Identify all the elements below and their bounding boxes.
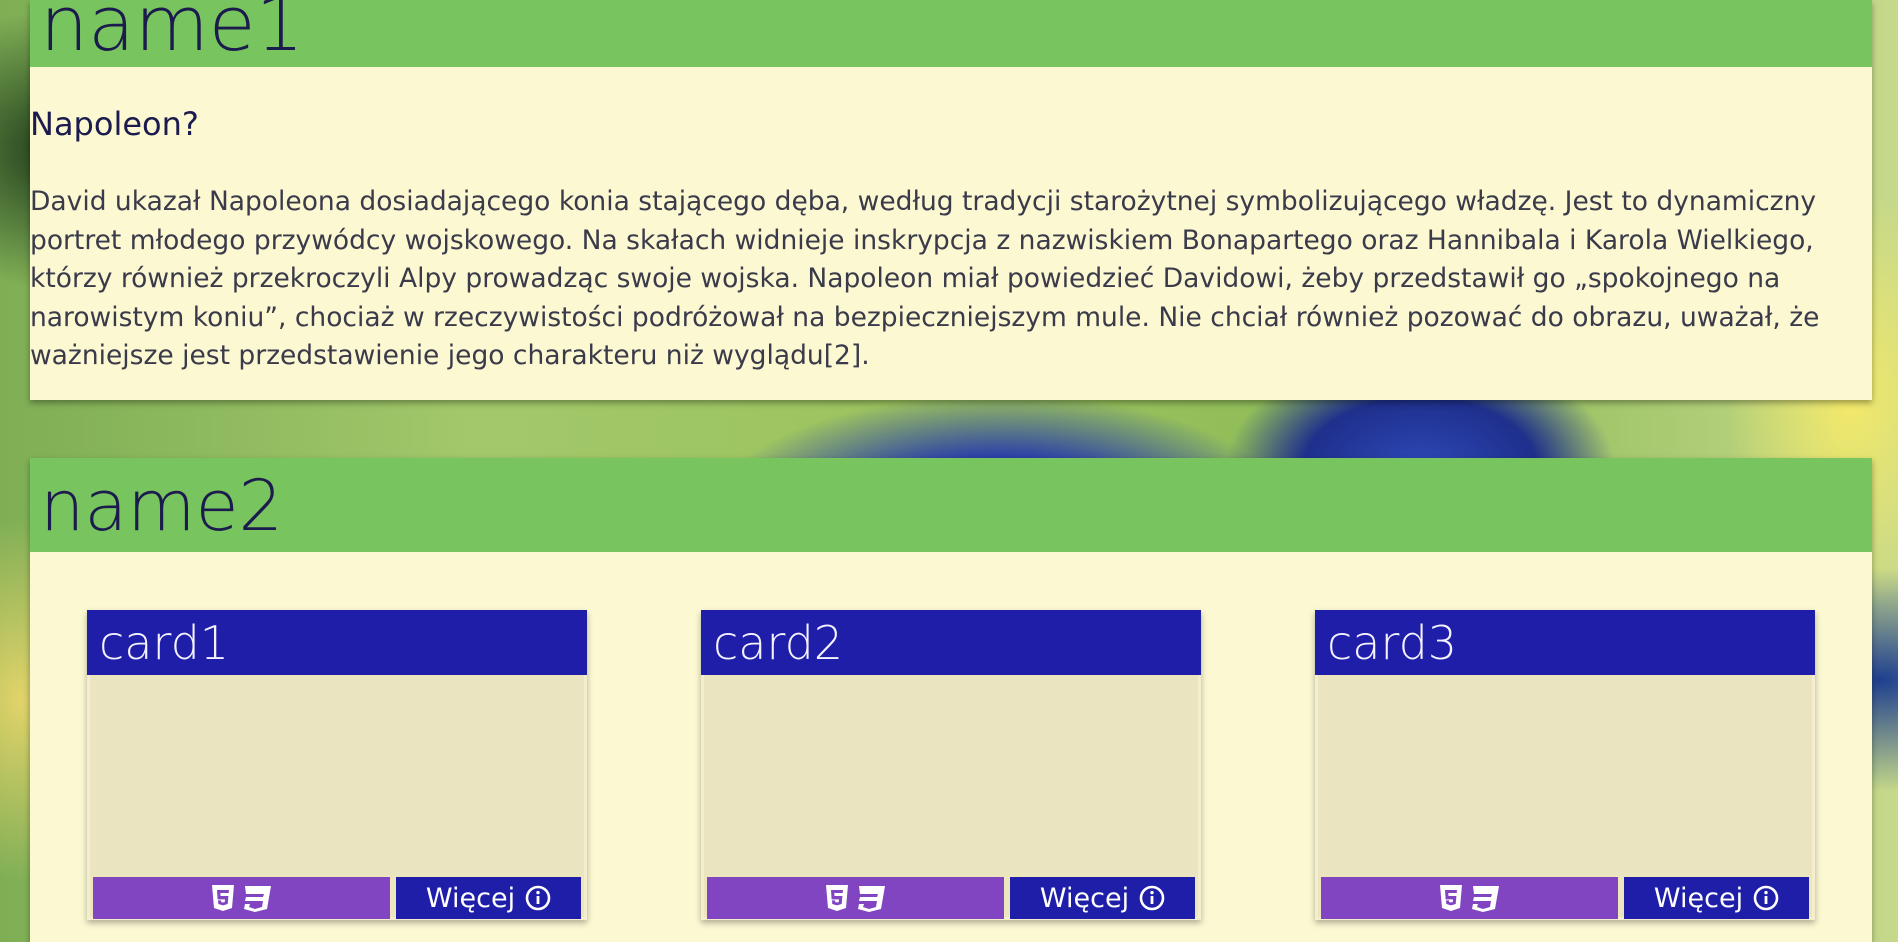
section-title: name1: [30, 0, 1872, 67]
card-footer: Więcej: [1321, 877, 1809, 919]
html5-icon: [211, 884, 235, 912]
card-list: card1 Więcej card2 Więcej card3 Więcej: [87, 610, 1817, 942]
card-image-placeholder: [90, 678, 584, 875]
section-name1: name1 Napoleon? David ukazał Napoleona d…: [30, 0, 1872, 400]
html5-icon: [1439, 884, 1463, 912]
css3-icon: [241, 884, 273, 912]
css3-icon: [855, 884, 887, 912]
card-title: card3: [1315, 610, 1815, 675]
card-footer: Więcej: [93, 877, 581, 919]
card-title: card2: [701, 610, 1201, 675]
card-image-placeholder: [1318, 678, 1812, 875]
card: card1 Więcej: [87, 610, 587, 920]
css3-icon: [1469, 884, 1501, 912]
card-image-placeholder: [704, 678, 1198, 875]
section-title: name2: [30, 458, 1872, 552]
tech-stack-button[interactable]: [707, 877, 1004, 919]
info-icon: [1753, 885, 1779, 911]
article-body: David ukazał Napoleona dosiadającego kon…: [30, 186, 1820, 371]
card-footer: Więcej: [707, 877, 1195, 919]
info-icon: [1139, 885, 1165, 911]
more-info-button[interactable]: Więcej: [1010, 877, 1195, 919]
more-button-label: Więcej: [1039, 882, 1130, 914]
more-button-label: Więcej: [1653, 882, 1744, 914]
tech-stack-button[interactable]: [93, 877, 390, 919]
info-icon: [525, 885, 551, 911]
section-name2: name2 card1 Więcej card2 Więcej card3 Wi…: [30, 458, 1872, 942]
card: card3 Więcej: [1315, 610, 1815, 920]
more-info-button[interactable]: Więcej: [1624, 877, 1809, 919]
article-heading: Napoleon?: [30, 105, 199, 143]
more-info-button[interactable]: Więcej: [396, 877, 581, 919]
card-title: card1: [87, 610, 587, 675]
html5-icon: [825, 884, 849, 912]
more-button-label: Więcej: [425, 882, 516, 914]
card: card2 Więcej: [701, 610, 1201, 920]
tech-stack-button[interactable]: [1321, 877, 1618, 919]
